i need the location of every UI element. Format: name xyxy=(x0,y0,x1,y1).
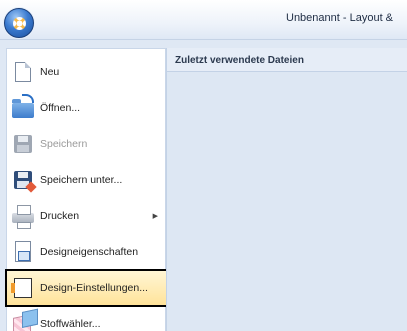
recent-files-panel: Zuletzt verwendete Dateien xyxy=(166,48,407,331)
menu-item-label: Speichern unter... xyxy=(40,174,123,186)
menu-item-label: Öffnen... xyxy=(40,102,81,114)
title-bar: Unbenannt - Layout & xyxy=(0,0,407,40)
submenu-arrow-icon: ▶ xyxy=(152,213,158,220)
save-as-icon xyxy=(11,168,37,193)
fabric-selector-icon xyxy=(11,312,35,331)
menu-item-label: Designeigenschaften xyxy=(40,246,139,258)
menu-item-save-as[interactable]: Speichern unter... xyxy=(7,163,166,197)
menu-item-design-settings[interactable]: Design-Einstellungen... xyxy=(5,269,168,307)
command-list: Neu Öffnen... Speichern Speichern unter.… xyxy=(5,48,168,331)
design-properties-icon xyxy=(11,240,35,264)
application-menu: Neu Öffnen... Speichern Speichern unter.… xyxy=(0,40,407,331)
menu-item-save[interactable]: Speichern xyxy=(7,127,166,161)
menu-item-label: Speichern xyxy=(40,138,88,150)
design-settings-icon xyxy=(11,276,35,300)
recent-files-header: Zuletzt verwendete Dateien xyxy=(167,48,407,72)
window-title: Unbenannt - Layout & xyxy=(286,12,394,24)
menu-item-open[interactable]: Öffnen... xyxy=(7,91,166,125)
menu-item-label: Neu xyxy=(40,66,60,78)
application-button[interactable] xyxy=(4,8,34,38)
menu-item-new[interactable]: Neu xyxy=(7,55,166,89)
menu-item-label: Drucken xyxy=(40,210,80,222)
app-logo-icon xyxy=(13,17,26,30)
menu-item-print[interactable]: Drucken ▶ xyxy=(7,199,166,233)
menu-item-design-properties[interactable]: Designeigenschaften xyxy=(7,235,166,269)
menu-item-label: Design-Einstellungen... xyxy=(40,282,148,294)
printer-icon xyxy=(11,204,35,229)
new-document-icon xyxy=(11,60,35,84)
save-disk-icon xyxy=(11,132,35,156)
open-folder-icon xyxy=(11,94,35,120)
menu-item-label: Stoffwähler... xyxy=(40,318,101,330)
menu-item-fabric-selector[interactable]: Stoffwähler... xyxy=(7,307,166,331)
